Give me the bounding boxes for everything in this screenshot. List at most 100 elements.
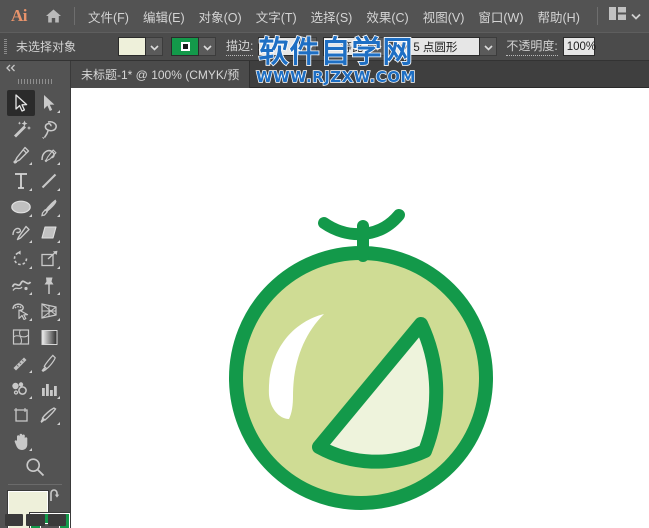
brush-definition-input[interactable]: 5 点圆形 bbox=[394, 37, 481, 56]
magic-wand-tool[interactable] bbox=[7, 116, 35, 142]
document-canvas[interactable] bbox=[71, 88, 649, 528]
hand-tool[interactable] bbox=[7, 428, 35, 454]
tool-flyout-indicator bbox=[57, 214, 60, 217]
opacity-input[interactable]: 100% bbox=[562, 37, 596, 56]
blend-tool[interactable] bbox=[35, 350, 63, 376]
tool-flyout-indicator bbox=[57, 110, 60, 113]
tool-flyout-indicator bbox=[29, 240, 32, 243]
document-tab-bar: 未标题-1* @ 100% (CMYK/预 bbox=[71, 61, 649, 88]
brush-definition-value: 5 点圆形 bbox=[413, 41, 458, 54]
brush-dropdown-button[interactable] bbox=[480, 37, 498, 56]
selection-tool[interactable] bbox=[7, 90, 35, 116]
symbol-sprayer-tool[interactable] bbox=[7, 376, 35, 402]
tool-flyout-indicator bbox=[29, 318, 32, 321]
column-graph-tool[interactable] bbox=[35, 376, 63, 402]
tool-flyout-indicator bbox=[57, 188, 60, 191]
stroke-color-control[interactable] bbox=[171, 37, 216, 56]
eyedropper-tool[interactable] bbox=[7, 350, 35, 376]
menu-item-help[interactable]: 帮助(H) bbox=[531, 3, 587, 30]
tools-panel bbox=[0, 61, 71, 528]
gradient-tool[interactable] bbox=[35, 324, 63, 350]
screen-mode-full-menu[interactable] bbox=[26, 514, 45, 526]
tool-flyout-indicator bbox=[57, 162, 60, 165]
melon-artwork bbox=[229, 209, 493, 510]
chevron-down-icon bbox=[631, 7, 641, 25]
tools-panel-collapse-button[interactable] bbox=[0, 61, 70, 75]
home-icon[interactable] bbox=[38, 0, 68, 32]
type-tool[interactable] bbox=[7, 168, 35, 194]
perspective-grid-tool[interactable] bbox=[35, 298, 63, 324]
double-chevron-left-icon bbox=[5, 59, 17, 77]
pen-tool[interactable] bbox=[7, 142, 35, 168]
chevron-down-icon bbox=[202, 38, 212, 56]
screen-mode-full[interactable] bbox=[47, 514, 66, 526]
curvature-tool[interactable] bbox=[35, 142, 63, 168]
stroke-profile-dropdown-button[interactable] bbox=[369, 37, 387, 56]
artboard-tool[interactable] bbox=[7, 402, 35, 428]
zoom-tool[interactable] bbox=[7, 454, 63, 480]
mesh-tool[interactable] bbox=[7, 324, 35, 350]
shaper-tool[interactable] bbox=[7, 220, 35, 246]
width-tool[interactable] bbox=[7, 272, 35, 298]
workspace-switcher[interactable] bbox=[591, 7, 649, 25]
fill-swatch[interactable] bbox=[118, 37, 146, 56]
menu-items: 文件(F) 编辑(E) 对象(O) 文字(T) 选择(S) 效果(C) 视图(V… bbox=[81, 3, 587, 30]
chevron-down-icon bbox=[373, 38, 382, 56]
tool-flyout-indicator bbox=[57, 318, 60, 321]
chevron-down-icon bbox=[149, 38, 159, 56]
fill-dropdown-button[interactable] bbox=[146, 37, 163, 56]
tool-flyout-indicator bbox=[29, 292, 32, 295]
control-bar: 未选择对象 描边: 等比 5 点圆形 不透明度: 100% bbox=[0, 32, 649, 61]
tool-flyout-indicator bbox=[57, 292, 60, 295]
menu-item-file[interactable]: 文件(F) bbox=[81, 3, 136, 30]
tool-flyout-indicator bbox=[57, 266, 60, 269]
paintbrush-tool[interactable] bbox=[35, 194, 63, 220]
lasso-tool[interactable] bbox=[35, 116, 63, 142]
stroke-dropdown-button[interactable] bbox=[199, 37, 216, 56]
stroke-weight-dropdown-button[interactable] bbox=[300, 37, 318, 56]
tool-flyout-indicator bbox=[29, 396, 32, 399]
menu-item-type[interactable]: 文字(T) bbox=[249, 3, 304, 30]
chevron-down-icon bbox=[304, 38, 313, 56]
stroke-weight-label[interactable]: 描边: bbox=[226, 37, 254, 56]
stroke-weight-input[interactable] bbox=[258, 37, 301, 56]
tool-flyout-indicator bbox=[29, 162, 32, 165]
selection-status-label: 未选择对象 bbox=[16, 40, 77, 54]
control-bar-grip[interactable] bbox=[0, 32, 10, 61]
scale-tool[interactable] bbox=[35, 246, 63, 272]
opacity-label[interactable]: 不透明度: bbox=[506, 37, 558, 56]
ellipse-tool[interactable] bbox=[7, 194, 35, 220]
rotate-tool[interactable] bbox=[7, 246, 35, 272]
tool-flyout-indicator bbox=[29, 370, 32, 373]
fill-control[interactable] bbox=[118, 37, 163, 56]
shape-builder-tool[interactable] bbox=[7, 298, 35, 324]
menu-divider bbox=[74, 7, 75, 25]
menu-item-view[interactable]: 视图(V) bbox=[416, 3, 472, 30]
screen-mode-normal[interactable] bbox=[5, 514, 24, 526]
stroke-swatch[interactable] bbox=[171, 37, 199, 56]
document-tab[interactable]: 未标题-1* @ 100% (CMYK/预 bbox=[71, 61, 251, 88]
tool-flyout-indicator bbox=[57, 422, 60, 425]
brush-dot-icon bbox=[400, 41, 407, 53]
workspace-divider bbox=[597, 7, 598, 25]
tool-flyout-indicator bbox=[29, 266, 32, 269]
stroke-profile-input[interactable]: 等比 bbox=[323, 37, 370, 56]
line-segment-tool[interactable] bbox=[35, 168, 63, 194]
illustrator-window: Ai 文件(F) 编辑(E) 对象(O) 文字(T) 选择(S) 效果(C) 视… bbox=[0, 0, 649, 528]
menu-item-object[interactable]: 对象(O) bbox=[192, 3, 249, 30]
tool-flyout-indicator bbox=[29, 448, 32, 451]
screen-mode-buttons bbox=[0, 512, 71, 528]
tools-grid bbox=[0, 88, 70, 480]
free-transform-tool[interactable] bbox=[35, 272, 63, 298]
slice-tool[interactable] bbox=[35, 402, 63, 428]
menu-item-window[interactable]: 窗口(W) bbox=[471, 3, 530, 30]
tool-flyout-indicator bbox=[29, 188, 32, 191]
eraser-tool[interactable] bbox=[35, 220, 63, 246]
tools-divider bbox=[8, 484, 62, 485]
tool-flyout-indicator bbox=[29, 214, 32, 217]
menu-item-select[interactable]: 选择(S) bbox=[304, 3, 360, 30]
direct-selection-tool[interactable] bbox=[35, 90, 63, 116]
menu-item-effect[interactable]: 效果(C) bbox=[359, 3, 415, 30]
swap-fill-stroke-icon[interactable] bbox=[48, 489, 64, 508]
menu-item-edit[interactable]: 编辑(E) bbox=[136, 3, 192, 30]
